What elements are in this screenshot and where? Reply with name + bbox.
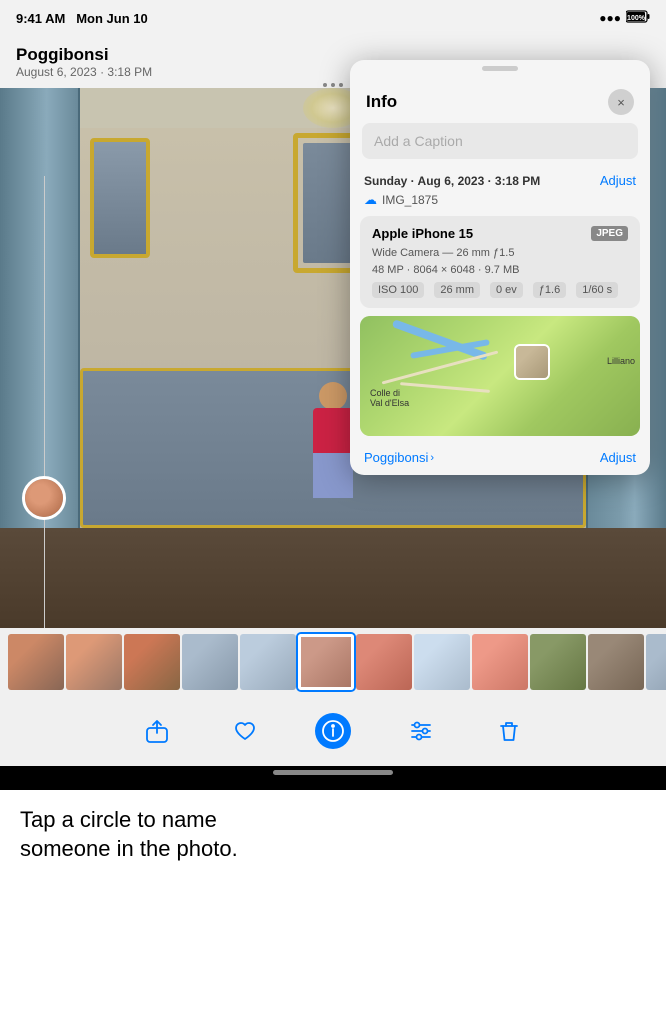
like-button[interactable]	[227, 713, 263, 749]
caption-placeholder: Add a Caption	[374, 133, 463, 149]
exif-row: ISO 100 26 mm 0 ev ƒ1.6 1/60 s	[372, 282, 628, 298]
map-pin-inner	[516, 346, 548, 378]
exif-focal: 26 mm	[434, 282, 480, 298]
location-link[interactable]: Poggibonsi ›	[364, 450, 434, 465]
battery-icon: 100%	[626, 10, 650, 26]
date-adjust-link[interactable]: Adjust	[600, 173, 636, 188]
filename-text: IMG_1875	[382, 193, 438, 207]
dot-1	[323, 83, 327, 87]
thumbnail-1[interactable]	[8, 634, 64, 690]
thumbnail-strip	[0, 628, 666, 696]
wifi-icon: ●●●	[599, 11, 621, 25]
info-title: Info	[366, 92, 397, 112]
thumbnail-6-active[interactable]	[298, 634, 354, 690]
map-background: Colle diVal d'Elsa Lilliano	[360, 316, 640, 436]
info-header: Info ×	[350, 75, 650, 123]
adjust-button[interactable]	[403, 713, 439, 749]
map-label-lilliano: Lilliano	[607, 356, 635, 366]
face-thumbnail	[25, 479, 63, 517]
thumbnail-4[interactable]	[182, 634, 238, 690]
more-options-dots[interactable]	[323, 83, 343, 87]
date-row: Sunday · Aug 6, 2023 · 3:18 PM Adjust	[350, 169, 650, 190]
svg-text:100%: 100%	[627, 15, 646, 22]
jpeg-badge: JPEG	[591, 226, 628, 241]
bottom-instruction: Tap a circle to namesomeone in the photo…	[20, 806, 646, 863]
caption-input[interactable]: Add a Caption	[362, 123, 638, 159]
thumbnail-12[interactable]	[646, 634, 666, 690]
drag-handle[interactable]	[482, 66, 518, 71]
thumbnail-10[interactable]	[530, 634, 586, 690]
floor	[0, 528, 666, 628]
location-row: Poggibonsi › Adjust	[350, 444, 650, 475]
map-road-2	[400, 382, 490, 393]
thumbnail-8[interactable]	[414, 634, 470, 690]
bottom-text-area: Tap a circle to namesomeone in the photo…	[0, 790, 666, 1022]
delete-button[interactable]	[491, 713, 527, 749]
chevron-right-icon: ›	[430, 452, 434, 464]
mirror-left	[90, 138, 150, 258]
dot-3	[339, 83, 343, 87]
exif-aperture: ƒ1.6	[533, 282, 566, 298]
location-label: Poggibonsi	[364, 450, 428, 465]
exif-ev: 0 ev	[490, 282, 523, 298]
location-adjust-link[interactable]: Adjust	[600, 450, 636, 465]
info-close-button[interactable]: ×	[608, 89, 634, 115]
exif-shutter: 1/60 s	[576, 282, 618, 298]
camera-details: Wide Camera — 26 mm ƒ1.5 48 MP · 8064 × …	[372, 245, 628, 278]
thumbnail-2[interactable]	[66, 634, 122, 690]
person-body	[313, 408, 353, 498]
status-icons: ●●● 100%	[599, 10, 650, 26]
thumbnail-3[interactable]	[124, 634, 180, 690]
share-button[interactable]	[139, 713, 175, 749]
status-time: 9:41 AM Mon Jun 10	[16, 11, 148, 26]
thumbnail-5[interactable]	[240, 634, 296, 690]
info-panel: Info × Add a Caption Sunday · Aug 6, 202…	[350, 60, 650, 475]
camera-name: Apple iPhone 15	[372, 226, 473, 241]
photo-title-block: Poggibonsi August 6, 2023 · 3:18 PM	[16, 45, 152, 79]
face-circle[interactable]	[22, 476, 66, 520]
toolbar	[0, 696, 666, 766]
cloud-icon: ☁	[364, 192, 377, 208]
map-river-1	[392, 319, 489, 361]
home-indicator	[273, 770, 393, 775]
filename-row: ☁ IMG_1875	[350, 190, 650, 216]
photo-title: Poggibonsi	[16, 45, 152, 65]
camera-header: Apple iPhone 15 JPEG	[372, 226, 628, 241]
map-road-1	[382, 351, 499, 385]
person-head	[319, 382, 347, 410]
map-section[interactable]: Colle diVal d'Elsa Lilliano	[360, 316, 640, 436]
thumbnail-7[interactable]	[356, 634, 412, 690]
camera-section: Apple iPhone 15 JPEG Wide Camera — 26 mm…	[360, 216, 640, 308]
status-bar: 9:41 AM Mon Jun 10 ●●● 100%	[0, 0, 666, 36]
date-text: Sunday · Aug 6, 2023 · 3:18 PM	[364, 174, 540, 188]
thumbnail-11[interactable]	[588, 634, 644, 690]
thumbnail-9[interactable]	[472, 634, 528, 690]
map-pin	[514, 344, 550, 380]
face-line	[44, 176, 45, 628]
map-label-colle: Colle diVal d'Elsa	[370, 388, 409, 408]
info-button[interactable]	[315, 713, 351, 749]
dot-2	[331, 83, 335, 87]
photo-subtitle: August 6, 2023 · 3:18 PM	[16, 65, 152, 79]
exif-iso: ISO 100	[372, 282, 424, 298]
